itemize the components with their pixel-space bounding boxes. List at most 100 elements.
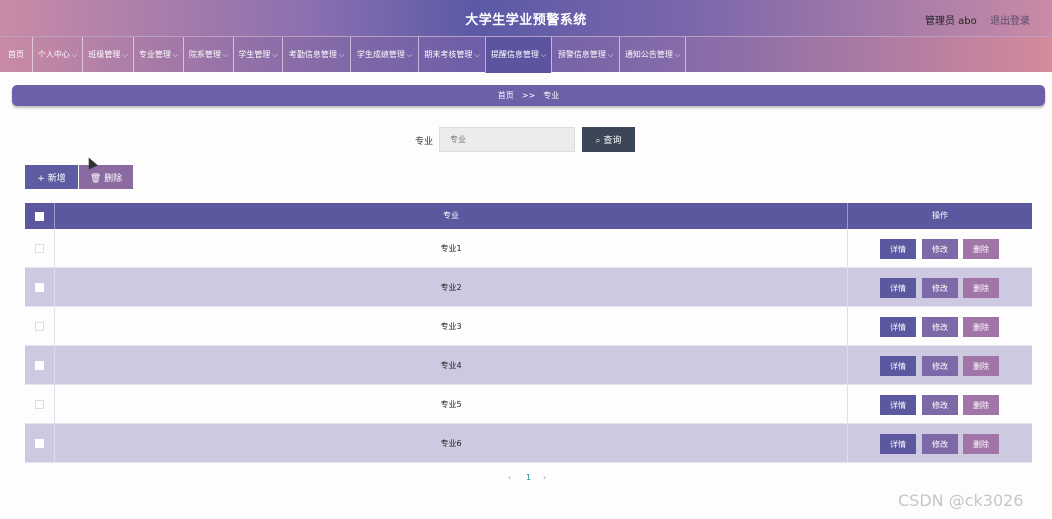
- row-checkbox[interactable]: [35, 400, 44, 409]
- breadcrumb-home[interactable]: 首页: [498, 91, 514, 100]
- add-button[interactable]: + 新增: [25, 165, 78, 189]
- delete-button[interactable]: 删除: [963, 278, 999, 298]
- search-input[interactable]: [439, 127, 575, 152]
- nav-label: 通知公告管理: [624, 50, 673, 59]
- detail-button[interactable]: 详情: [880, 278, 916, 298]
- row-checkbox[interactable]: [35, 439, 44, 448]
- app-header: 大学生学业预警系统 管理员 abo 退出登录: [0, 0, 1052, 36]
- detail-button[interactable]: 详情: [880, 395, 916, 415]
- chevron-down-icon: ⌵: [406, 51, 413, 59]
- nav-item-attendance[interactable]: 考勤信息管理 ⌵: [282, 37, 350, 73]
- edit-button[interactable]: 修改: [922, 356, 958, 376]
- edit-button[interactable]: 修改: [922, 278, 958, 298]
- nav-item-reminder[interactable]: 提醒信息管理 ⌵: [485, 37, 551, 73]
- chevron-down-icon: ⌵: [222, 51, 229, 59]
- delete-button[interactable]: 删除: [963, 356, 999, 376]
- row-major-name: 专业3: [55, 307, 848, 345]
- search-label: 专业: [415, 137, 434, 147]
- search-button[interactable]: ⌕ 查询: [582, 127, 635, 152]
- nav-label: 期末考核管理: [424, 50, 473, 59]
- chevron-down-icon: ⌵: [540, 51, 547, 59]
- chevron-down-icon: ⌵: [272, 51, 278, 59]
- nav-label: 首页: [8, 50, 24, 59]
- nav-item-final-exam[interactable]: 期末考核管理 ⌵: [418, 37, 485, 73]
- chevron-down-icon: ⌵: [474, 51, 480, 59]
- breadcrumb: 首页 >> 专业: [12, 85, 1045, 106]
- current-user: 管理员 abo: [925, 16, 977, 27]
- edit-button[interactable]: 修改: [922, 239, 958, 259]
- nav-item-class[interactable]: 班级管理 ⌵: [82, 37, 133, 73]
- watermark: CSDN @ck3026: [898, 491, 1024, 510]
- table-row: 专业4 详情 修改 删除: [25, 346, 1032, 385]
- nav-item-student[interactable]: 学生管理 ⌵: [233, 37, 282, 73]
- nav-item-profile[interactable]: 个人中心 ⌵: [32, 37, 82, 73]
- delete-selected-button[interactable]: 🗑 删除: [79, 165, 133, 189]
- row-ops: 详情 修改 删除: [848, 385, 1032, 423]
- main-nav: 首页 个人中心 ⌵ 班级管理 ⌵ 专业管理 ⌵ 院系管理 ⌵ 学生管理 ⌵ 考勤信息管理 ⌵…: [0, 36, 1052, 73]
- row-major-name: 专业2: [55, 268, 848, 306]
- column-header-ops: 操作: [932, 211, 948, 220]
- row-ops: 详情 修改 删除: [848, 229, 1032, 267]
- delete-button[interactable]: 删除: [963, 434, 999, 454]
- row-check-cell: [25, 307, 55, 345]
- column-header-major: 专业: [55, 203, 848, 229]
- breadcrumb-current: 专业: [543, 91, 560, 100]
- prev-page-button[interactable]: ‹: [508, 473, 511, 482]
- trash-icon: 🗑: [89, 173, 102, 184]
- row-check-cell: [25, 346, 55, 384]
- nav-label: 学生管理: [238, 50, 271, 59]
- delete-button[interactable]: 删除: [963, 317, 999, 337]
- header-check-cell: [25, 203, 55, 229]
- edit-button[interactable]: 修改: [922, 317, 958, 337]
- nav-item-warning[interactable]: 预警信息管理 ⌵: [551, 37, 619, 73]
- delete-button[interactable]: 删除: [963, 239, 999, 259]
- row-checkbox[interactable]: [35, 322, 44, 331]
- chevron-down-icon: ⌵: [71, 51, 78, 59]
- row-checkbox[interactable]: [35, 283, 44, 292]
- table-row: 专业2 详情 修改 删除: [25, 268, 1032, 307]
- row-check-cell: [25, 229, 55, 267]
- detail-button[interactable]: 详情: [880, 239, 916, 259]
- edit-button[interactable]: 修改: [922, 395, 958, 415]
- table-row: 专业6 详情 修改 删除: [25, 424, 1032, 463]
- chevron-down-icon: ⌵: [172, 51, 179, 59]
- delete-button-label: 删除: [104, 173, 123, 184]
- next-page-button[interactable]: ›: [543, 473, 546, 482]
- row-major-name: 专业6: [55, 424, 848, 462]
- row-checkbox[interactable]: [35, 244, 44, 253]
- search-button-label: 查询: [603, 136, 622, 146]
- table-header: 专业 操作: [25, 203, 1032, 229]
- chevron-down-icon: ⌵: [607, 51, 614, 59]
- app-title: 大学生学业预警系统: [465, 13, 587, 28]
- delete-button[interactable]: 删除: [963, 395, 999, 415]
- table-row: 专业5 详情 修改 删除: [25, 385, 1032, 424]
- major-table: 专业 操作 专业1 详情 修改 删除 专业2 详情 修改 删除 专业3 详情 修…: [25, 203, 1032, 463]
- page-number[interactable]: 1: [526, 473, 531, 482]
- nav-label: 考勤信息管理: [288, 50, 337, 59]
- nav-label: 班级管理: [88, 50, 121, 59]
- table-row: 专业3 详情 修改 删除: [25, 307, 1032, 346]
- row-major-name: 专业5: [55, 385, 848, 423]
- nav-item-home[interactable]: 首页: [0, 37, 32, 73]
- edit-button[interactable]: 修改: [922, 434, 958, 454]
- nav-item-grades[interactable]: 学生成绩管理 ⌵: [350, 37, 418, 73]
- detail-button[interactable]: 详情: [880, 356, 916, 376]
- row-checkbox[interactable]: [35, 361, 44, 370]
- detail-button[interactable]: 详情: [880, 434, 916, 454]
- nav-item-major[interactable]: 专业管理 ⌵: [133, 37, 183, 73]
- select-all-checkbox[interactable]: [35, 212, 44, 221]
- breadcrumb-separator: >>: [521, 91, 536, 100]
- row-ops: 详情 修改 删除: [848, 424, 1032, 462]
- nav-label: 提醒信息管理: [490, 50, 539, 59]
- nav-item-department[interactable]: 院系管理 ⌵: [183, 37, 233, 73]
- add-button-label: 新增: [47, 173, 66, 184]
- row-check-cell: [25, 385, 55, 423]
- nav-label: 个人中心: [37, 50, 70, 59]
- chevron-down-icon: ⌵: [674, 51, 681, 59]
- row-ops: 详情 修改 删除: [848, 346, 1032, 384]
- logout-link[interactable]: 退出登录: [990, 12, 1030, 27]
- detail-button[interactable]: 详情: [880, 317, 916, 337]
- row-check-cell: [25, 424, 55, 462]
- nav-item-notice[interactable]: 通知公告管理 ⌵: [619, 37, 686, 73]
- plus-icon: +: [37, 173, 45, 184]
